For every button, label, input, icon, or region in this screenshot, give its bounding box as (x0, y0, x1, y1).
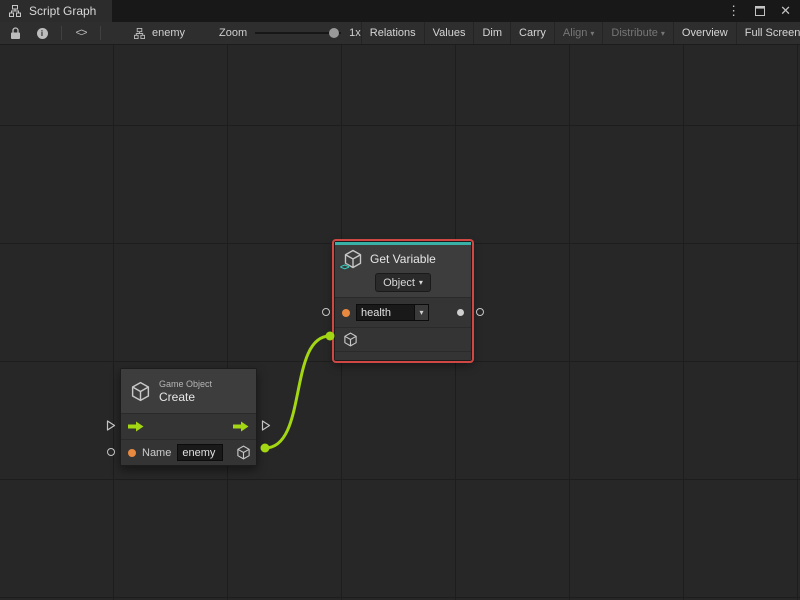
toolbar-button-carry[interactable]: Carry (510, 22, 554, 44)
name-input-port[interactable] (107, 448, 115, 456)
node-title: Create (159, 390, 212, 404)
zoom-group: Zoom 1x (219, 27, 361, 39)
game-object-icon (130, 383, 151, 399)
script-graph-icon (7, 3, 23, 19)
window-menu-icon[interactable]: ⋮ (727, 3, 740, 19)
titlebar: Script Graph ⋮ ✕ (0, 0, 800, 22)
toolbar-button-fullscreen[interactable]: Full Screen (736, 22, 800, 44)
tab-title: Script Graph (29, 4, 96, 18)
name-param-input[interactable] (177, 444, 223, 461)
window-controls: ⋮ ✕ (727, 0, 800, 22)
graph-canvas[interactable]: <> Get Variable Object ▾ ▾ (0, 45, 800, 600)
toolbar-button-label: Distribute (611, 27, 657, 39)
zoom-label: Zoom (219, 27, 247, 39)
variable-name-input[interactable] (356, 304, 414, 321)
toolbar-button-label: Align (563, 27, 587, 39)
game-object-output-port-connected[interactable] (261, 444, 270, 453)
toolbar-button-align[interactable]: Align ▾ (554, 22, 602, 44)
object-input-row (335, 327, 471, 351)
window-maximize-icon[interactable] (752, 3, 768, 19)
name-param-row: Name (121, 439, 256, 465)
info-icon[interactable]: i (34, 25, 50, 41)
node-header: Game Object Create (121, 369, 256, 413)
flow-input-port[interactable] (106, 420, 116, 431)
lock-icon[interactable] (7, 25, 23, 41)
graph-name: enemy (152, 27, 185, 39)
graph-icon (131, 25, 147, 41)
code-badge-icon: <> (340, 262, 349, 272)
name-port-icon (342, 309, 350, 317)
toolbar-left-group: i <> (0, 25, 101, 41)
toolbar-button-label: Overview (682, 27, 728, 39)
graph-toolbar: i <> enemy Zoom 1x Relations Values (0, 22, 800, 45)
toolbar-button-relations[interactable]: Relations (361, 22, 424, 44)
dropdown-arrow-icon: ▾ (661, 29, 665, 38)
tab-script-graph[interactable]: Script Graph (0, 0, 112, 22)
toolbar-buttons: Relations Values Dim Carry Align ▾ Distr… (361, 22, 800, 44)
dropdown-arrow-icon: ▾ (590, 29, 594, 38)
edit-source-icon[interactable]: <> (73, 25, 89, 41)
node-create[interactable]: Game Object Create Name (120, 368, 257, 466)
variable-scope-dropdown[interactable]: Object ▾ (375, 273, 431, 292)
node-category: Game Object (159, 379, 212, 389)
node-title: Get Variable (370, 252, 436, 266)
zoom-value: 1x (349, 27, 361, 39)
game-object-output-icon (235, 445, 251, 461)
flow-in-arrow-icon (128, 419, 144, 435)
flow-out-arrow-icon (233, 419, 249, 435)
window-close-icon[interactable]: ✕ (780, 3, 791, 19)
node-get-variable[interactable]: <> Get Variable Object ▾ ▾ (334, 241, 472, 361)
dropdown-arrow-icon: ▾ (419, 278, 423, 287)
node-header: <> Get Variable Object ▾ (335, 245, 471, 297)
name-port-icon (128, 449, 136, 457)
flow-output-port[interactable] (261, 420, 271, 431)
toolbar-button-label: Relations (370, 27, 416, 39)
toolbar-separator (100, 26, 101, 40)
dropdown-arrow-icon: ▾ (419, 308, 423, 317)
value-output-port-icon (457, 309, 464, 316)
param-label: Name (142, 447, 171, 459)
toolbar-separator (61, 26, 62, 40)
object-variable-icon: <> (343, 249, 363, 269)
variable-name-row: ▾ (335, 297, 471, 327)
node-footer (335, 351, 471, 360)
graph-breadcrumb[interactable]: enemy (131, 25, 185, 41)
variable-scope-value: Object (383, 277, 415, 289)
zoom-slider[interactable] (255, 27, 341, 39)
toolbar-button-label: Values (433, 27, 466, 39)
value-output-port[interactable] (476, 308, 484, 316)
toolbar-button-values[interactable]: Values (424, 22, 474, 44)
variable-suggestions-dropdown[interactable]: ▾ (414, 304, 429, 321)
toolbar-button-label: Full Screen (745, 27, 800, 39)
name-input-port[interactable] (322, 308, 330, 316)
flow-row (121, 413, 256, 439)
toolbar-button-label: Carry (519, 27, 546, 39)
toolbar-button-distribute[interactable]: Distribute ▾ (602, 22, 672, 44)
toolbar-button-label: Dim (482, 27, 502, 39)
toolbar-button-overview[interactable]: Overview (673, 22, 736, 44)
wire-path[interactable] (265, 336, 330, 448)
toolbar-button-dim[interactable]: Dim (473, 22, 510, 44)
zoom-slider-handle[interactable] (329, 28, 339, 38)
game-object-port-icon (342, 332, 358, 348)
